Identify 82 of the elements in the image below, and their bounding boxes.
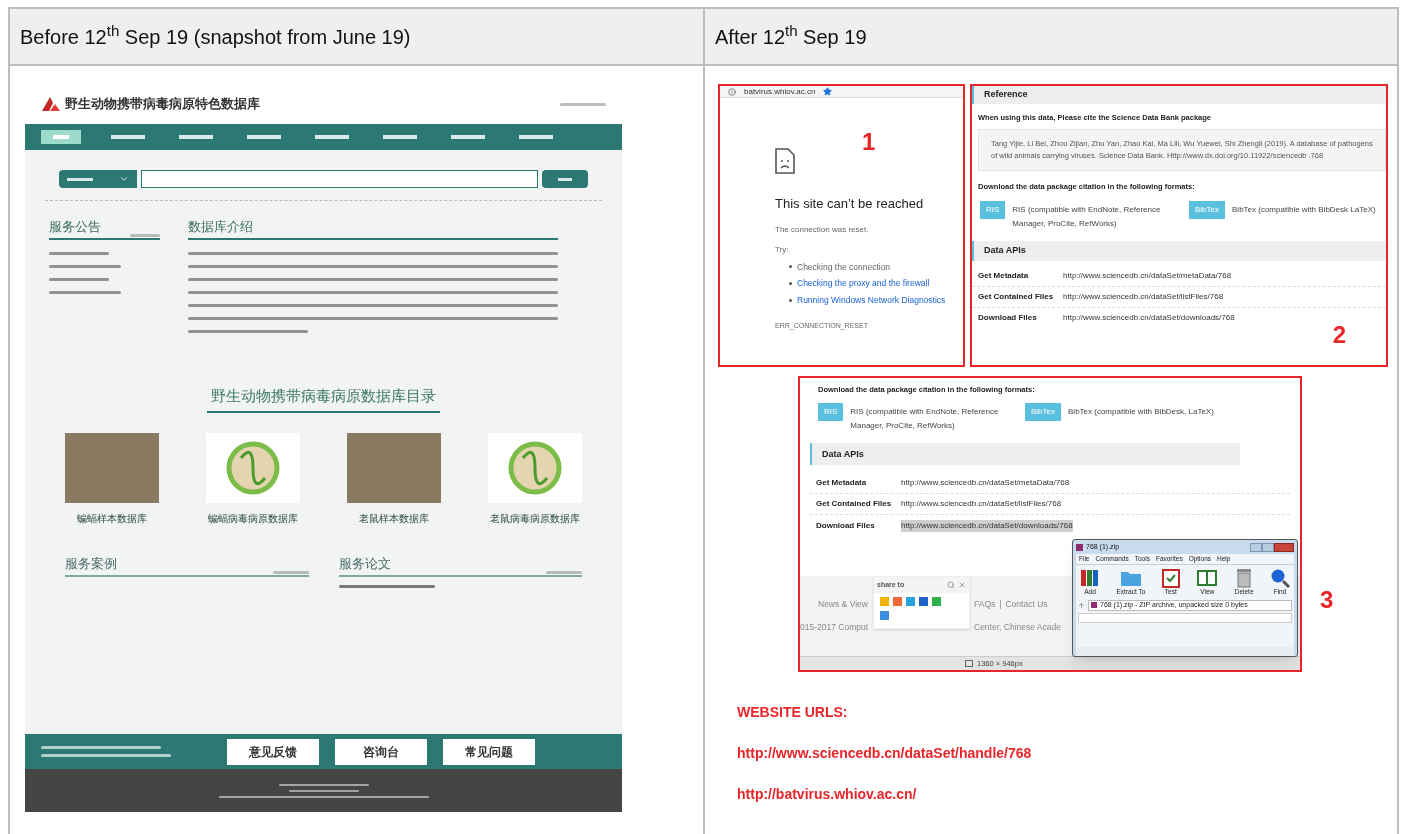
footer-logo[interactable]: 常见问题 [443,738,535,765]
books-icon [1080,568,1100,588]
format-description: RIS (compatible with EndNote, Reference Manager, ProCite, RefWorks) [1012,203,1162,230]
urls-heading: WEBSITE URLS: [737,703,849,722]
section-heading: Data APIs [984,243,1026,257]
address-bar-url: batvirus.whiov.ac.cn [744,87,816,96]
maximize-icon[interactable] [1262,542,1274,552]
magnifier-icon [1270,568,1290,588]
site-title: 野生动物携带病毒病原特色数据库 [65,95,260,114]
section-heading: Reference [984,88,1028,102]
catalogue-title: 野生动物携带病毒病原数据库目录 [207,384,440,413]
column-header: After 12$^{th}$ Sep 19 [705,9,1397,66]
blurred-text [546,570,582,574]
api-url[interactable]: http://www.sciencedb.cn/dataSet/metaData/768 [1063,269,1232,282]
chevron-down-icon [119,174,129,184]
website-url[interactable]: http://www.sciencedb.cn/dataSet/handle/768 [737,743,1397,764]
format-description: RIS (compatible with EndNote, Reference Manager, ProCite, RefWorks) [850,406,1000,433]
footer-text: Center, Chinese Acade [974,621,1062,634]
api-url[interactable]: http://www.sciencedb.cn/dataSet/downloads/768 [1063,312,1235,324]
archive-icon [1076,543,1083,551]
section-heading: 服务公告 [49,218,101,236]
section-heading: 服务论文 [338,555,391,573]
error-title: This site can’t be reached [775,195,925,213]
api-url[interactable]: http://www.sciencedb.cn/dataSet/listFiles/768 [901,498,1062,511]
blurred-text [288,789,359,792]
api-label: Get Metadata [816,477,868,490]
format-description: BibTex (compatible with BibDesk LaTeX) [1232,203,1376,216]
panel-number: 1 [862,127,876,157]
api-url[interactable]: http://www.sciencedb.cn/dataSet/downloads/768 [901,519,1073,532]
up-arrow-icon[interactable] [1078,601,1085,609]
catalogue-caption[interactable]: 老鼠样本数据库 [359,511,430,526]
bullet-icon [789,265,792,269]
star-icon [823,87,833,96]
api-label: Get Contained Files [816,498,893,511]
error-message: The connection was reset. [775,223,870,236]
format-description: BibTex (compatible with BibDesk, LaTeX) [1068,406,1214,419]
blurred-text [49,277,109,281]
catalogue-caption[interactable]: 蝙蝠病毒病原数据库 [207,511,298,526]
api-label: Download Files [978,312,1038,324]
book-icon [1196,568,1219,588]
api-label: Get Metadata [978,269,1030,282]
close-icon[interactable] [1274,542,1294,552]
screen-icon [965,660,973,667]
footer-logo[interactable]: 意见反馈 [227,738,319,765]
blurred-text [49,290,121,294]
suggestion-link[interactable]: Checking the proxy and the firewall [797,277,930,290]
try-label: Try: [775,243,790,256]
search-icon[interactable] [947,581,955,589]
info-icon [728,87,736,96]
blurred-text [49,264,121,268]
api-url[interactable]: http://www.sciencedb.cn/dataSet/metaData/768 [901,477,1070,490]
website-url[interactable]: http://batvirus.whiov.ac.cn/ [737,784,1397,805]
blurred-text [130,233,160,237]
bullet-icon [789,298,792,302]
footer-logo[interactable]: 咨询台 [335,738,427,765]
api-label: Get Contained Files [978,290,1055,303]
type-dropdown[interactable] [59,170,137,188]
panel-number: 2 [1332,320,1346,350]
catalogue-caption[interactable]: 蝙蝠样本数据库 [76,511,147,526]
clipboard-check-icon [1161,568,1180,588]
bullet-icon [789,282,792,286]
search-field[interactable] [141,170,538,188]
search-button[interactable] [542,170,588,188]
column-header: Before 12$^{th}$ Sep 19 (snapshot from June 19) [10,9,705,66]
logo-icon [41,96,61,112]
api-label: Download Files [816,519,876,532]
catalogue-caption[interactable]: 老鼠病毒病原数据库 [490,511,581,526]
blurred-text [272,570,309,574]
minimize-icon[interactable] [1250,542,1262,552]
sad-document-icon [775,148,795,174]
footer-text: 015-2017 Comput [800,621,870,634]
section-heading: 服务案例 [65,555,117,573]
trash-icon [1235,568,1254,588]
share-icons-drawing[interactable] [880,596,944,622]
section-heading: Data APIs [822,447,864,461]
api-url[interactable]: http://www.sciencedb.cn/dataSet/listFiles/768 [1063,290,1224,303]
panel-number: 3 [1320,585,1334,615]
blurred-text [49,251,109,255]
suggestion-link[interactable]: Running Windows Network Diagnostics [797,294,946,307]
suggestion-text: Checking the connection [797,260,891,274]
blurred-text [560,102,606,106]
section-heading: 数据库介绍 [188,218,253,236]
